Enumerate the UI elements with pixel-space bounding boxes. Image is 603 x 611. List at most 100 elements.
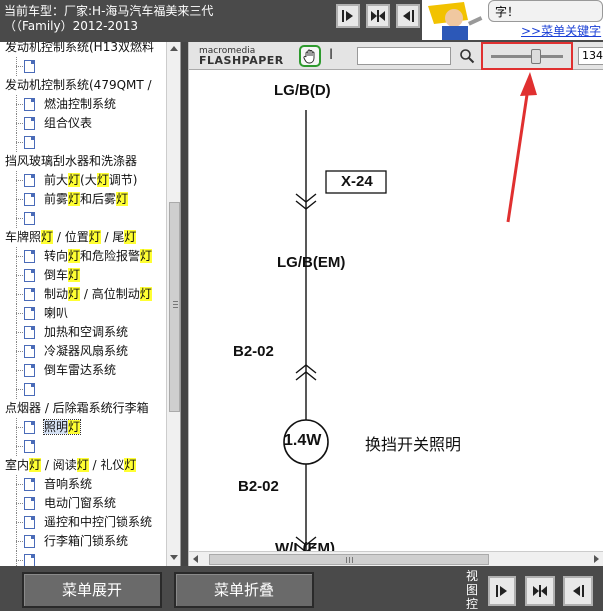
- scroll-left-icon[interactable]: [193, 555, 198, 563]
- tree-category[interactable]: 挡风玻璃刮水器和洗涤器: [0, 152, 137, 171]
- mechanic-mascot-icon: [424, 0, 488, 40]
- document-icon: [24, 478, 35, 491]
- view-prev-button[interactable]: [563, 576, 593, 606]
- zoom-slider-track[interactable]: [491, 55, 563, 58]
- document-icon: [24, 440, 35, 453]
- search-icon[interactable]: [459, 48, 475, 64]
- zoom-slider-thumb[interactable]: [530, 49, 541, 64]
- tree-scroll-thumb[interactable]: [169, 202, 180, 412]
- tree-category[interactable]: 室内灯 / 阅读灯 / 礼仪灯: [0, 456, 137, 475]
- zoom-level-field[interactable]: 134: [578, 47, 603, 65]
- nav-prev-button[interactable]: [396, 4, 420, 28]
- tree-item-label: 倒车灯: [44, 268, 81, 282]
- bottom-bar: 菜单展开 菜单折叠 视图控: [0, 566, 603, 611]
- document-icon: [24, 554, 35, 566]
- document-icon: [24, 421, 35, 434]
- ad-link[interactable]: >>菜单关键字: [521, 22, 601, 39]
- hand-icon: [303, 49, 315, 64]
- menu-collapse-button[interactable]: 菜单折叠: [174, 572, 314, 608]
- tree-item-label: 点烟器 / 后除霜系统行李箱: [5, 401, 149, 415]
- tree-item-label: 前大灯(大灯调节): [44, 173, 138, 187]
- tree-item-label: 喇叭: [44, 306, 69, 320]
- tree-item[interactable]: [0, 209, 44, 228]
- tree-item[interactable]: 倒车灯: [0, 266, 81, 285]
- tree-item[interactable]: 照明灯: [0, 418, 82, 437]
- tree-item[interactable]: 组合仪表: [0, 114, 92, 133]
- view-split-button[interactable]: [525, 576, 555, 606]
- tree-category[interactable]: 发动机控制系统(479QMT /: [0, 76, 152, 95]
- arrow-left-icon: [403, 10, 414, 22]
- document-icon: [24, 288, 35, 301]
- tree-item[interactable]: 燃油控制系统: [0, 95, 116, 114]
- tree-vertical-scrollbar[interactable]: [166, 42, 180, 566]
- tree-item-label: 倒车雷达系统: [44, 363, 117, 377]
- ad-banner[interactable]: 字！ >>菜单关键字: [422, 0, 603, 40]
- zoom-slider-highlight: [481, 42, 573, 70]
- tree-item[interactable]: [0, 380, 44, 399]
- tree-item[interactable]: 冷凝器风扇系统: [0, 342, 128, 361]
- tree-category[interactable]: 发动机控制系统(H13双燃料: [0, 42, 154, 57]
- document-icon: [24, 60, 35, 73]
- flashpaper-viewer: macromedia FLASHPAPER I 134 LG/B(D) X-24…: [188, 42, 603, 566]
- tree-item-label: 挡风玻璃刮水器和洗涤器: [5, 154, 138, 168]
- document-icon: [24, 497, 35, 510]
- nav-split-button[interactable]: [366, 4, 390, 28]
- hand-tool-button[interactable]: [299, 45, 321, 67]
- tree-item[interactable]: 倒车雷达系统: [0, 361, 116, 380]
- tree-item[interactable]: 行李箱门锁系统: [0, 532, 128, 551]
- document-icon: [24, 269, 35, 282]
- tree-item[interactable]: [0, 551, 44, 566]
- tree-category[interactable]: 点烟器 / 后除霜系统行李箱: [0, 399, 149, 418]
- top-bar: 当前车型：厂家:H-海马汽车福美来三代 （（Family）2012-2013 字…: [0, 0, 603, 42]
- tree-item[interactable]: 遥控和中控门锁系统: [0, 513, 152, 532]
- text-select-tool[interactable]: I: [329, 47, 333, 63]
- tree-item[interactable]: [0, 437, 44, 456]
- document-icon: [24, 136, 35, 149]
- connector-b202-label-a: B2-02: [233, 343, 274, 360]
- tree-item-label: 制动灯 / 高位制动灯: [44, 287, 152, 301]
- tree-item-label: 转向灯和危险报警灯: [44, 249, 153, 263]
- document-icon: [24, 383, 35, 396]
- document-icon: [24, 345, 35, 358]
- menu-expand-button[interactable]: 菜单展开: [22, 572, 162, 608]
- tree-item[interactable]: 电动门窗系统: [0, 494, 116, 513]
- tree-item[interactable]: 制动灯 / 高位制动灯: [0, 285, 152, 304]
- scroll-right-icon[interactable]: [594, 555, 599, 563]
- search-input[interactable]: [357, 47, 451, 65]
- tree-item-label: 电动门窗系统: [44, 496, 117, 510]
- vehicle-model-line2: （（Family）2012-2013: [4, 19, 139, 33]
- scroll-down-icon[interactable]: [170, 555, 178, 560]
- nav-next-button[interactable]: [336, 4, 360, 28]
- tree-item-label: 照明灯: [42, 419, 82, 435]
- tree-item[interactable]: 前大灯(大灯调节): [0, 171, 137, 190]
- viewer-scroll-thumb[interactable]: [209, 554, 489, 565]
- flashpaper-logo: macromedia FLASHPAPER: [199, 46, 284, 67]
- viewer-toolbar: macromedia FLASHPAPER I 134: [189, 42, 603, 70]
- tree-item-label: 组合仪表: [44, 116, 93, 130]
- split-arrows-icon: [371, 10, 385, 22]
- document-icon: [24, 193, 35, 206]
- scroll-up-icon[interactable]: [170, 46, 178, 51]
- document-icon: [24, 364, 35, 377]
- tree-item[interactable]: 前雾灯和后雾灯: [0, 190, 129, 209]
- tree-item[interactable]: 转向灯和危险报警灯: [0, 247, 153, 266]
- wire-label-mid: LG/B(EM): [277, 254, 346, 271]
- tree-item-label: 发动机控制系统(479QMT /: [5, 78, 152, 92]
- tree-item[interactable]: 音响系统: [0, 475, 92, 494]
- tree-item-label: 前雾灯和后雾灯: [44, 192, 129, 206]
- tree-item[interactable]: [0, 133, 44, 152]
- view-next-button[interactable]: [488, 576, 516, 606]
- ad-bubble: 字！: [488, 0, 603, 22]
- tree-category[interactable]: 车牌照灯 / 位置灯 / 尾灯: [0, 228, 137, 247]
- wiring-diagram[interactable]: LG/B(D) X-24 LG/B(EM) B2-02 1.4W 换挡开关照明 …: [189, 70, 603, 557]
- tree-item[interactable]: 加热和空调系统: [0, 323, 128, 342]
- connector-b202-label-b: B2-02: [238, 478, 279, 495]
- tree-item[interactable]: 喇叭: [0, 304, 68, 323]
- viewer-horizontal-scrollbar[interactable]: [189, 551, 603, 566]
- split-arrows-icon: [533, 585, 547, 597]
- tree-item[interactable]: [0, 57, 44, 76]
- menu-tree-panel: 发动机控制系统(H13双燃料 发动机控制系统(479QMT / 燃油控制系统组合仪表…: [0, 42, 181, 566]
- document-icon: [24, 307, 35, 320]
- bulb-caption: 换挡开关照明: [365, 435, 462, 454]
- wire-label-top: LG/B(D): [274, 82, 331, 99]
